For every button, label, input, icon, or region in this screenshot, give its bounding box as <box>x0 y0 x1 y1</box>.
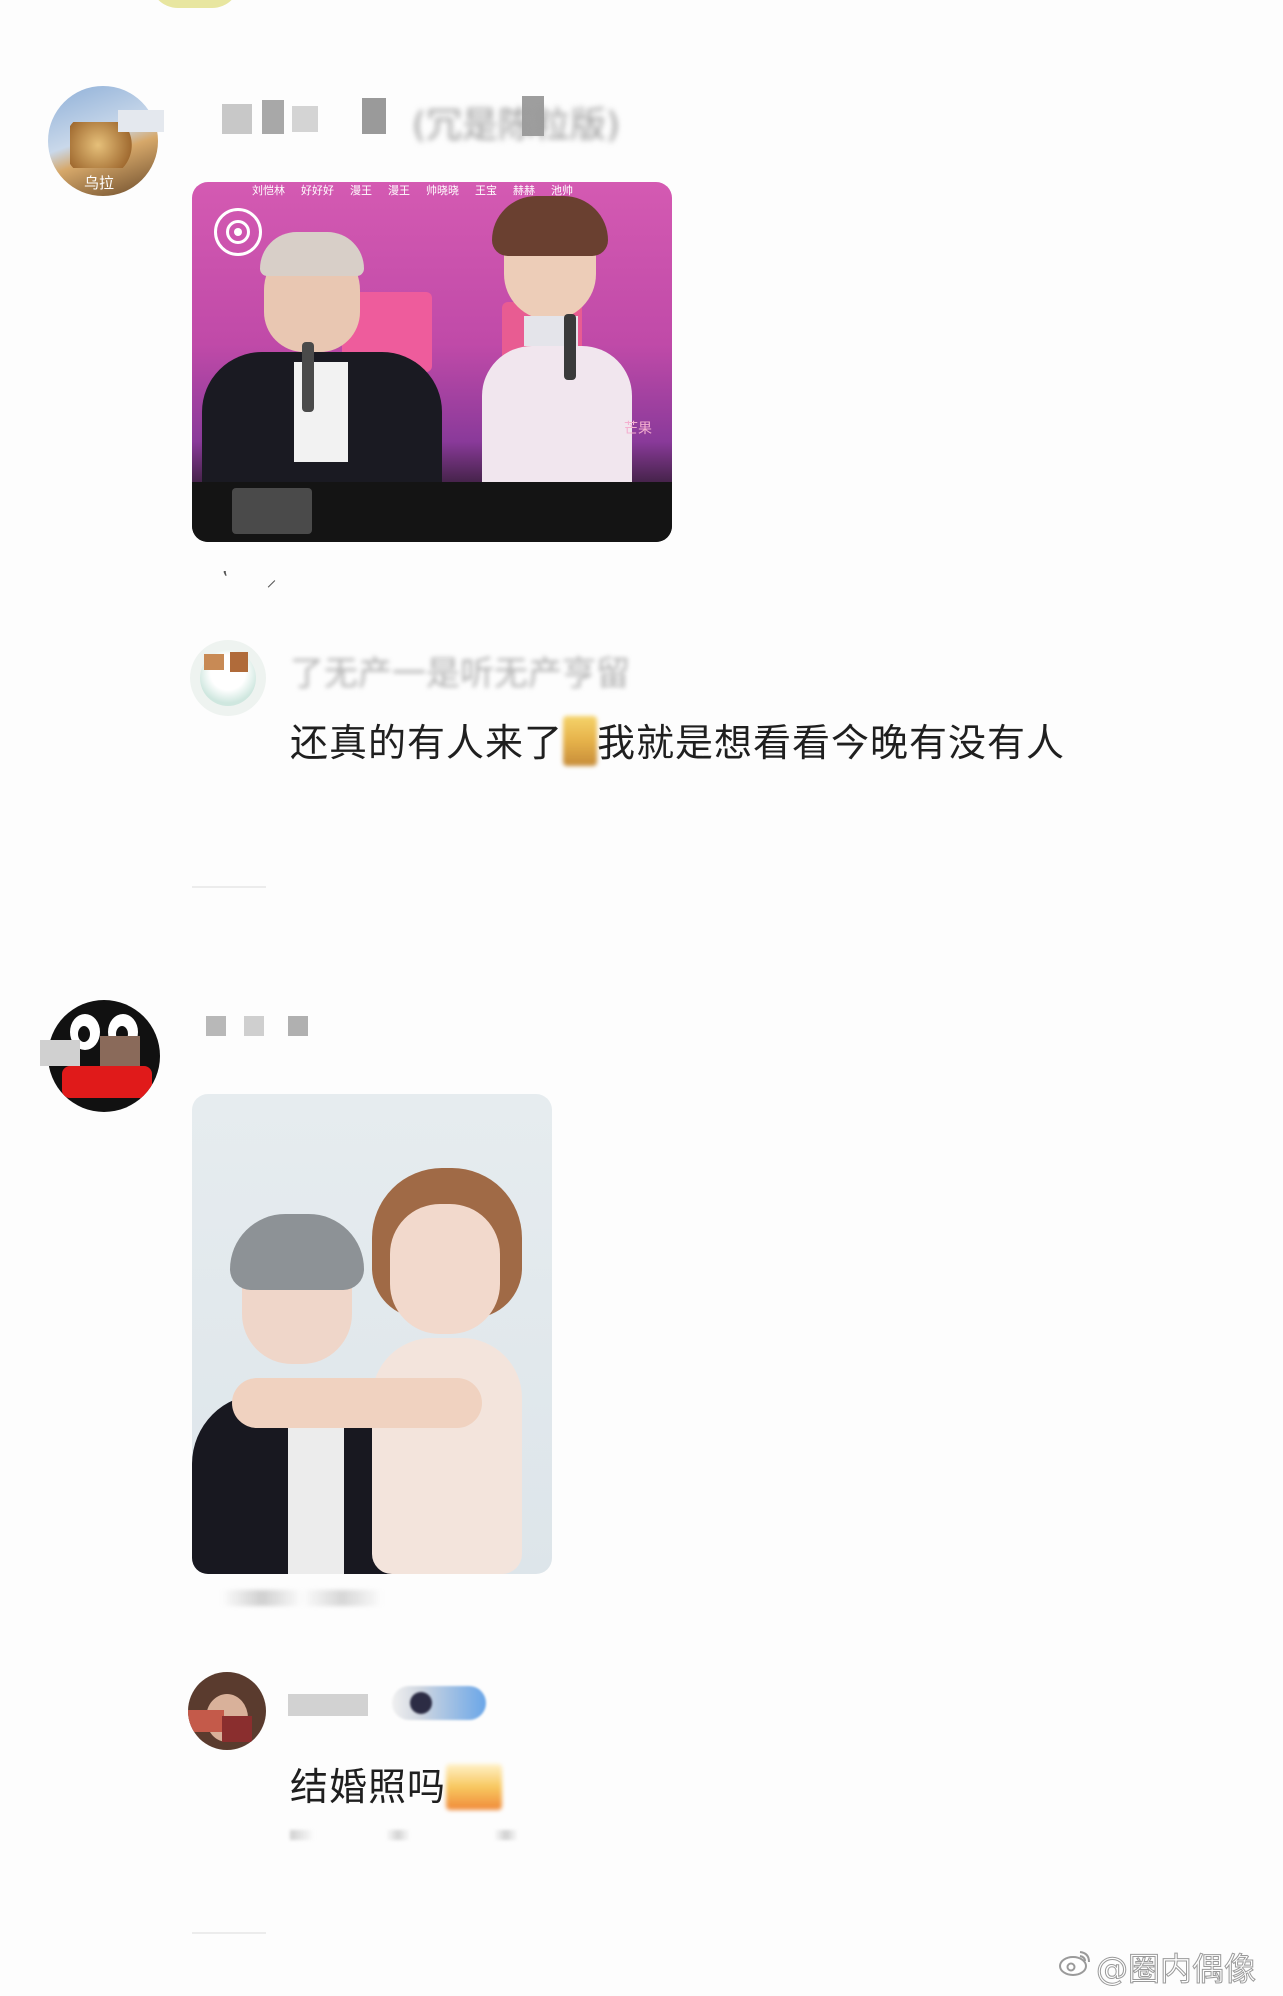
thread-divider <box>192 886 266 888</box>
name-tag: 漫王 <box>388 184 410 197</box>
comment-image-concert[interactable]: 刘恺林 好好好 漫王 漫王 帅晓晓 王宝 赫赫 池帅 芒果 <box>192 182 672 542</box>
reply-avatar[interactable] <box>188 1672 266 1750</box>
weibo-icon <box>1058 1948 1092 1978</box>
name-tag: 漫王 <box>350 184 372 197</box>
reply-text-part: 还真的有人来了 <box>290 721 564 765</box>
name-mosaic <box>244 1016 264 1036</box>
performer-left <box>202 232 442 502</box>
reply-text-part: 我就是想看看今晚有没有人 <box>597 721 1066 765</box>
name-mosaic <box>292 106 318 132</box>
reply-text: 还真的有人来了 我就是想看看今晚有没有人 <box>290 712 1066 766</box>
name-mosaic <box>362 98 386 134</box>
comment-author-name[interactable] <box>206 1016 316 1040</box>
partial-avatar <box>150 0 240 8</box>
watermark-text: @圈内偶像 <box>1095 1950 1257 1989</box>
reply-avatar[interactable] <box>190 640 266 716</box>
microphone <box>302 342 314 412</box>
person-right <box>232 1168 552 1574</box>
performer-right <box>452 196 662 496</box>
comment-image-photo[interactable] <box>192 1094 552 1574</box>
avatar-mosaic <box>100 1036 140 1066</box>
faint-marks: ‛ ⸝ <box>222 567 277 591</box>
name-mosaic <box>262 100 284 134</box>
reply-author-name[interactable]: 了无产一是听无产亨留 <box>290 646 630 695</box>
faint-marks <box>222 1590 422 1606</box>
reply-text-part: 结婚照吗 <box>290 1765 447 1809</box>
name-mosaic <box>288 1694 368 1716</box>
name-mosaic <box>288 1016 308 1036</box>
avatar-badge: 乌拉 <box>84 174 115 192</box>
name-tag: 好好好 <box>301 184 334 197</box>
avatar-mosaic <box>118 110 164 132</box>
comment-author-avatar[interactable]: 乌拉 <box>48 86 158 196</box>
corner-mark: 芒果 <box>624 421 652 437</box>
hugging-arms <box>232 1378 482 1428</box>
author-name-text: (冗是陈粒版) <box>412 105 621 146</box>
name-mosaic <box>206 1016 226 1036</box>
stage-monitor <box>232 488 312 534</box>
name-tag: 刘恺林 <box>252 184 285 197</box>
name-mosaic <box>222 104 252 134</box>
blurred-emoji-icon <box>563 716 598 766</box>
thread-divider <box>192 1932 266 1934</box>
watermark: @圈内偶像 <box>1058 1944 1274 1989</box>
blurred-emoji-icon <box>446 1764 503 1810</box>
comment-author-name[interactable]: (冗是陈粒版) <box>222 96 682 146</box>
avatar-mosaic <box>40 1040 80 1066</box>
faint-marks <box>290 1830 530 1840</box>
level-badge <box>392 1686 486 1720</box>
microphone <box>564 314 576 380</box>
reply-text: 结婚照吗 <box>290 1756 503 1810</box>
